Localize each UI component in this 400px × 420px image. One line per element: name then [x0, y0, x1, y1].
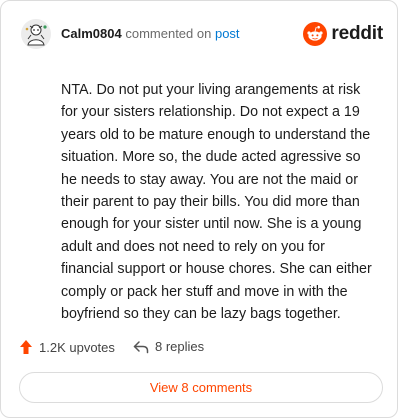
view-comments-button[interactable]: View 8 comments — [19, 372, 383, 403]
reddit-wordmark: reddit — [331, 23, 383, 44]
upvote-arrow-icon — [20, 340, 32, 354]
replies-button[interactable]: 8 replies — [133, 339, 204, 354]
comment-actions: 1.2K upvotes 8 replies — [19, 339, 379, 359]
reddit-logo-icon — [303, 22, 328, 46]
upvote-button[interactable]: 1.2K upvotes — [19, 339, 115, 355]
comment-meta: Calm0804 commented on post — [61, 26, 240, 41]
upvote-count: 1.2K upvotes — [39, 339, 115, 355]
replies-count: 8 replies — [155, 339, 205, 354]
comment-body: NTA. Do not put your living arangements … — [61, 82, 372, 323]
reply-arrow-icon — [133, 340, 149, 353]
avatar-icon — [21, 19, 51, 49]
username-link[interactable]: Calm0804 — [61, 26, 122, 41]
reddit-brand[interactable]: reddit — [303, 21, 383, 47]
avatar[interactable] — [21, 19, 51, 49]
commented-on-text: commented on — [125, 26, 212, 41]
comment-card: Calm0804 commented on post reddit NTA. D… — [0, 0, 398, 418]
comment-header: Calm0804 commented on post reddit — [21, 19, 383, 53]
post-link[interactable]: post — [215, 26, 240, 41]
